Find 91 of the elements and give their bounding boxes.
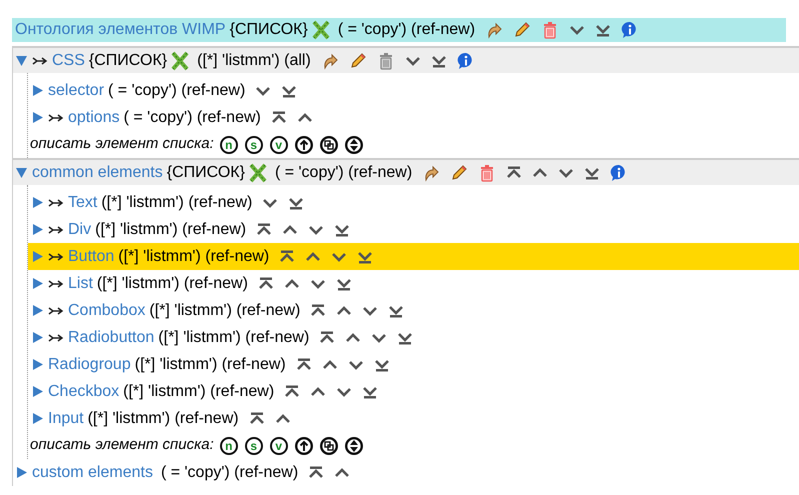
element-name[interactable]: Combobox — [68, 298, 146, 322]
arrow-up-icon[interactable] — [294, 136, 313, 154]
collapsed-triangle-icon[interactable] — [31, 304, 44, 317]
ontology-title[interactable]: Онтология элементов WIMP — [15, 18, 226, 42]
pencil-icon[interactable] — [348, 52, 367, 70]
list-tag-icon — [248, 162, 267, 182]
describe-letter-button[interactable]: n — [220, 436, 238, 454]
tree-row[interactable]: Checkbox ([*] 'listmm') (ref-new) — [28, 378, 799, 405]
section-params: ([*] 'listmm') (all) — [197, 50, 311, 70]
copy-icon[interactable] — [320, 436, 338, 454]
arrow-up-icon[interactable] — [294, 436, 313, 454]
element-params: ( = 'copy') (ref-new) — [124, 108, 261, 128]
describe-letter-button[interactable]: s — [244, 136, 263, 154]
collapsed-triangle-icon[interactable] — [31, 277, 44, 290]
tree-row[interactable]: Div ([*] 'listmm') (ref-new) — [28, 216, 799, 243]
ontology-params: ( = 'copy') (ref-new) — [338, 20, 476, 40]
move-bottom-icon[interactable] — [595, 22, 612, 38]
tree-row[interactable]: Radiobutton ([*] 'listmm') (ref-new) — [28, 324, 799, 351]
element-params: ([*] 'listmm') (ref-new) — [158, 328, 310, 348]
move-top-icon[interactable] — [506, 164, 522, 180]
collapsed-triangle-icon[interactable] — [31, 196, 44, 209]
collapsed-triangle-icon[interactable] — [31, 385, 44, 398]
section-params: ( = 'copy') (ref-new) — [160, 462, 298, 482]
element-name[interactable]: Radiobutton — [68, 326, 154, 350]
collapsed-triangle-icon[interactable] — [31, 358, 44, 371]
element-params: ([*] 'listmm') (ref-new) — [101, 192, 252, 212]
element-params: ([*] 'listmm') (ref-new) — [96, 274, 248, 294]
tree-row[interactable]: Combobox ([*] 'listmm') (ref-new) — [28, 297, 799, 324]
move-top-icon[interactable] — [279, 248, 296, 264]
move-top-icon[interactable] — [319, 330, 336, 346]
list-tag: {СПИСОК} — [166, 160, 245, 184]
pencil-icon[interactable] — [513, 21, 532, 39]
section-name[interactable]: CSS — [52, 48, 85, 72]
section-name[interactable]: custom elements — [32, 460, 153, 484]
element-name[interactable]: Text — [68, 190, 98, 214]
list-tag-icon — [312, 20, 330, 40]
tree-row[interactable]: options ( = 'copy') (ref-new) — [28, 104, 799, 131]
list-tag: {СПИСОК} — [88, 48, 168, 72]
up-down-icon[interactable] — [344, 436, 363, 454]
element-name[interactable]: options — [68, 106, 120, 130]
collapsed-triangle-icon[interactable] — [31, 111, 44, 124]
describe-label: описать элемент списка: — [30, 134, 214, 154]
info-icon[interactable] — [456, 52, 475, 70]
element-params: ([*] 'listmm') (ref-new) — [88, 408, 239, 428]
collapsed-triangle-icon[interactable] — [31, 84, 44, 97]
element-params: ([*] 'listmm') (ref-new) — [134, 354, 286, 374]
move-top-icon[interactable] — [308, 464, 324, 480]
up-down-icon[interactable] — [344, 136, 363, 154]
describe-letter-button[interactable]: v — [270, 436, 288, 454]
element-params: ([*] 'listmm') (ref-new) — [149, 300, 300, 320]
move-top-icon[interactable] — [310, 302, 326, 318]
element-params: ( = 'copy') (ref-new) — [108, 80, 246, 100]
collapsed-triangle-icon[interactable] — [31, 223, 44, 236]
collapsed-triangle-icon[interactable] — [15, 466, 28, 479]
copy-icon[interactable] — [320, 136, 338, 154]
move-top-icon[interactable] — [296, 356, 312, 372]
collapsed-triangle-icon[interactable] — [31, 331, 44, 344]
element-name[interactable]: Input — [48, 406, 84, 430]
tree-row[interactable]: selector ( = 'copy') (ref-new) — [28, 77, 799, 104]
element-name[interactable]: Button — [68, 244, 114, 268]
pencil-icon[interactable] — [450, 164, 468, 182]
list-tag-icon — [171, 50, 190, 70]
element-params: ([*] 'listmm') (ref-new) — [95, 220, 246, 240]
tree-row[interactable]: Input ([*] 'listmm') (ref-new) — [28, 405, 799, 432]
element-name[interactable]: selector — [48, 78, 104, 102]
list-tag: {СПИСОК} — [230, 18, 308, 42]
tree-row[interactable]: Radiogroup ([*] 'listmm') (ref-new) — [28, 351, 799, 378]
move-top-icon[interactable] — [258, 276, 274, 292]
collapsed-triangle-icon[interactable] — [31, 412, 44, 425]
describe-label: описать элемент списка: — [30, 435, 214, 456]
element-name[interactable]: List — [68, 272, 93, 296]
element-params: ([*] 'listmm') (ref-new) — [118, 246, 270, 266]
tree-row[interactable]: Text ([*] 'listmm') (ref-new) — [28, 189, 799, 216]
selected-tree-row[interactable]: Button ([*] 'listmm') (ref-new) — [28, 243, 799, 270]
move-top-icon[interactable] — [256, 222, 272, 238]
describe-letter-button[interactable]: v — [270, 136, 288, 154]
move-top-icon[interactable] — [248, 410, 265, 426]
section-name[interactable]: common elements — [32, 160, 163, 184]
element-name[interactable]: Radiogroup — [48, 352, 131, 376]
tree-row[interactable]: List ([*] 'listmm') (ref-new) — [28, 270, 799, 297]
describe-letter-button[interactable]: n — [220, 136, 238, 154]
section-params: ( = 'copy') (ref-new) — [274, 162, 412, 182]
element-name[interactable]: Checkbox — [48, 380, 120, 404]
collapsed-triangle-icon[interactable] — [31, 250, 44, 263]
move-top-icon[interactable] — [284, 384, 300, 400]
element-params: ([*] 'listmm') (ref-new) — [123, 382, 274, 402]
expanded-triangle-icon[interactable] — [15, 54, 28, 67]
expanded-triangle-icon[interactable] — [15, 166, 28, 179]
element-name[interactable]: Div — [68, 218, 92, 242]
describe-letter-button[interactable]: s — [244, 436, 263, 454]
move-top-icon[interactable] — [270, 110, 287, 126]
